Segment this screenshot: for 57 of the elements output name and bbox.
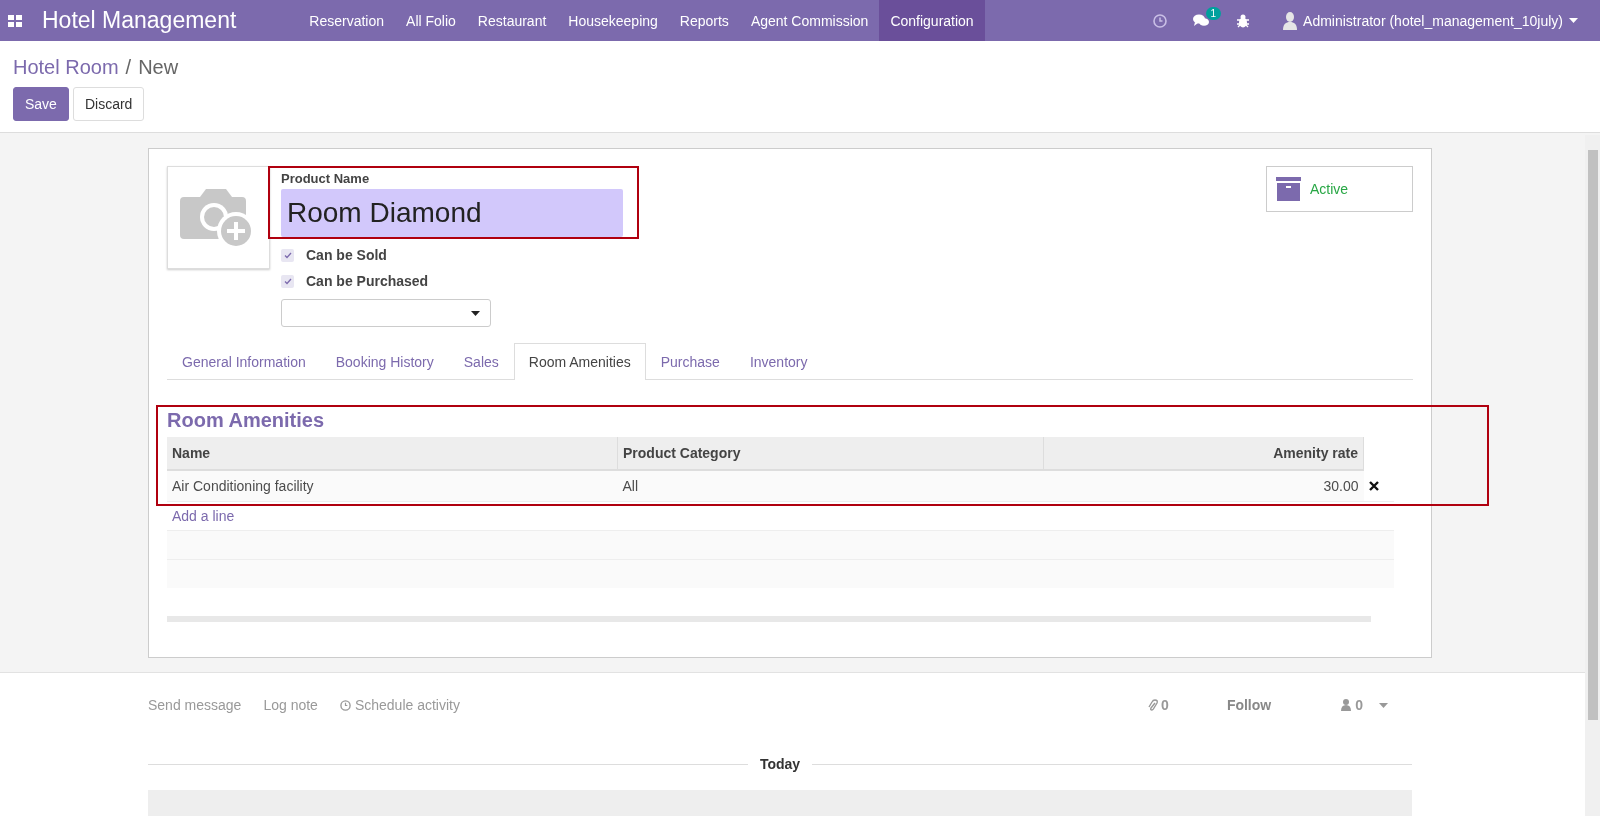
form-tab[interactable]: General Information: [167, 343, 321, 380]
form-tab[interactable]: Booking History: [320, 343, 449, 380]
clock-icon[interactable]: [1153, 13, 1168, 28]
caret-icon: [1569, 18, 1578, 23]
product-name-input[interactable]: Room Diamond: [281, 189, 623, 237]
schedule-activity-link[interactable]: Schedule activity: [339, 697, 460, 713]
form-tab[interactable]: Purchase: [645, 343, 735, 380]
bug-icon[interactable]: [1236, 13, 1251, 28]
section-title: Room Amenities: [167, 409, 326, 432]
app-title[interactable]: Hotel Management: [42, 7, 237, 34]
breadcrumb-separator: /: [125, 56, 132, 79]
attachment-count[interactable]: 0: [1148, 697, 1169, 713]
menu-item[interactable]: Agent Commission: [739, 0, 880, 41]
user-avatar-icon: [1283, 11, 1298, 30]
menu-item[interactable]: Reservation: [298, 0, 396, 41]
discard-button[interactable]: Discard: [72, 87, 145, 121]
breadcrumb-link[interactable]: Hotel Room: [13, 56, 119, 79]
followers-dropdown[interactable]: 0: [1341, 697, 1388, 713]
table-cell: 30.00: [1043, 470, 1364, 502]
clock-icon: [339, 699, 351, 711]
form-tab[interactable]: Sales: [448, 343, 514, 380]
follow-button[interactable]: Follow: [1226, 697, 1272, 713]
checkbox[interactable]: [281, 248, 294, 262]
archive-box-icon: [1276, 177, 1301, 201]
scrollbar[interactable]: [1585, 135, 1600, 816]
add-line-link[interactable]: Add a line: [167, 502, 240, 530]
form-tab[interactable]: Inventory: [734, 343, 823, 380]
send-message-link[interactable]: Send message: [148, 697, 242, 713]
column-header[interactable]: Amenity rate: [1043, 437, 1364, 470]
caret-icon: [1379, 702, 1388, 708]
menu-item[interactable]: Restaurant: [466, 0, 558, 41]
form-tab[interactable]: Room Amenities: [513, 343, 646, 380]
breadcrumb-current: New: [138, 56, 179, 79]
column-header[interactable]: Name: [167, 437, 618, 470]
paperclip-icon: [1148, 698, 1159, 712]
message-count-badge: 1: [1205, 6, 1222, 20]
log-note-link[interactable]: Log note: [263, 697, 318, 713]
menu-item[interactable]: Housekeeping: [557, 0, 669, 41]
checkbox-label: Can be Purchased: [306, 273, 429, 289]
menu-item[interactable]: All Folio: [395, 0, 467, 41]
active-toggle-button[interactable]: Active: [1266, 166, 1413, 212]
menu-item[interactable]: Reports: [668, 0, 740, 41]
user-menu[interactable]: Administrator (hotel_management_10july): [1263, 11, 1578, 30]
person-icon: [1341, 699, 1352, 711]
column-header[interactable]: Product Category: [617, 437, 1044, 470]
date-separator: Today: [759, 756, 801, 772]
field-label: Product Name: [281, 171, 371, 186]
table-cell: All: [617, 470, 1044, 502]
table-cell: Air Conditioning facility: [167, 470, 618, 502]
save-button[interactable]: Save: [13, 87, 69, 121]
caret-icon: [471, 310, 480, 316]
apps-grid-icon[interactable]: [8, 14, 22, 27]
checkbox-label: Can be Sold: [306, 247, 387, 263]
delete-icon[interactable]: [1368, 480, 1379, 491]
menu-item[interactable]: Configuration: [879, 0, 985, 41]
chat-icon[interactable]: [1193, 13, 1211, 28]
checkbox[interactable]: [281, 274, 294, 288]
